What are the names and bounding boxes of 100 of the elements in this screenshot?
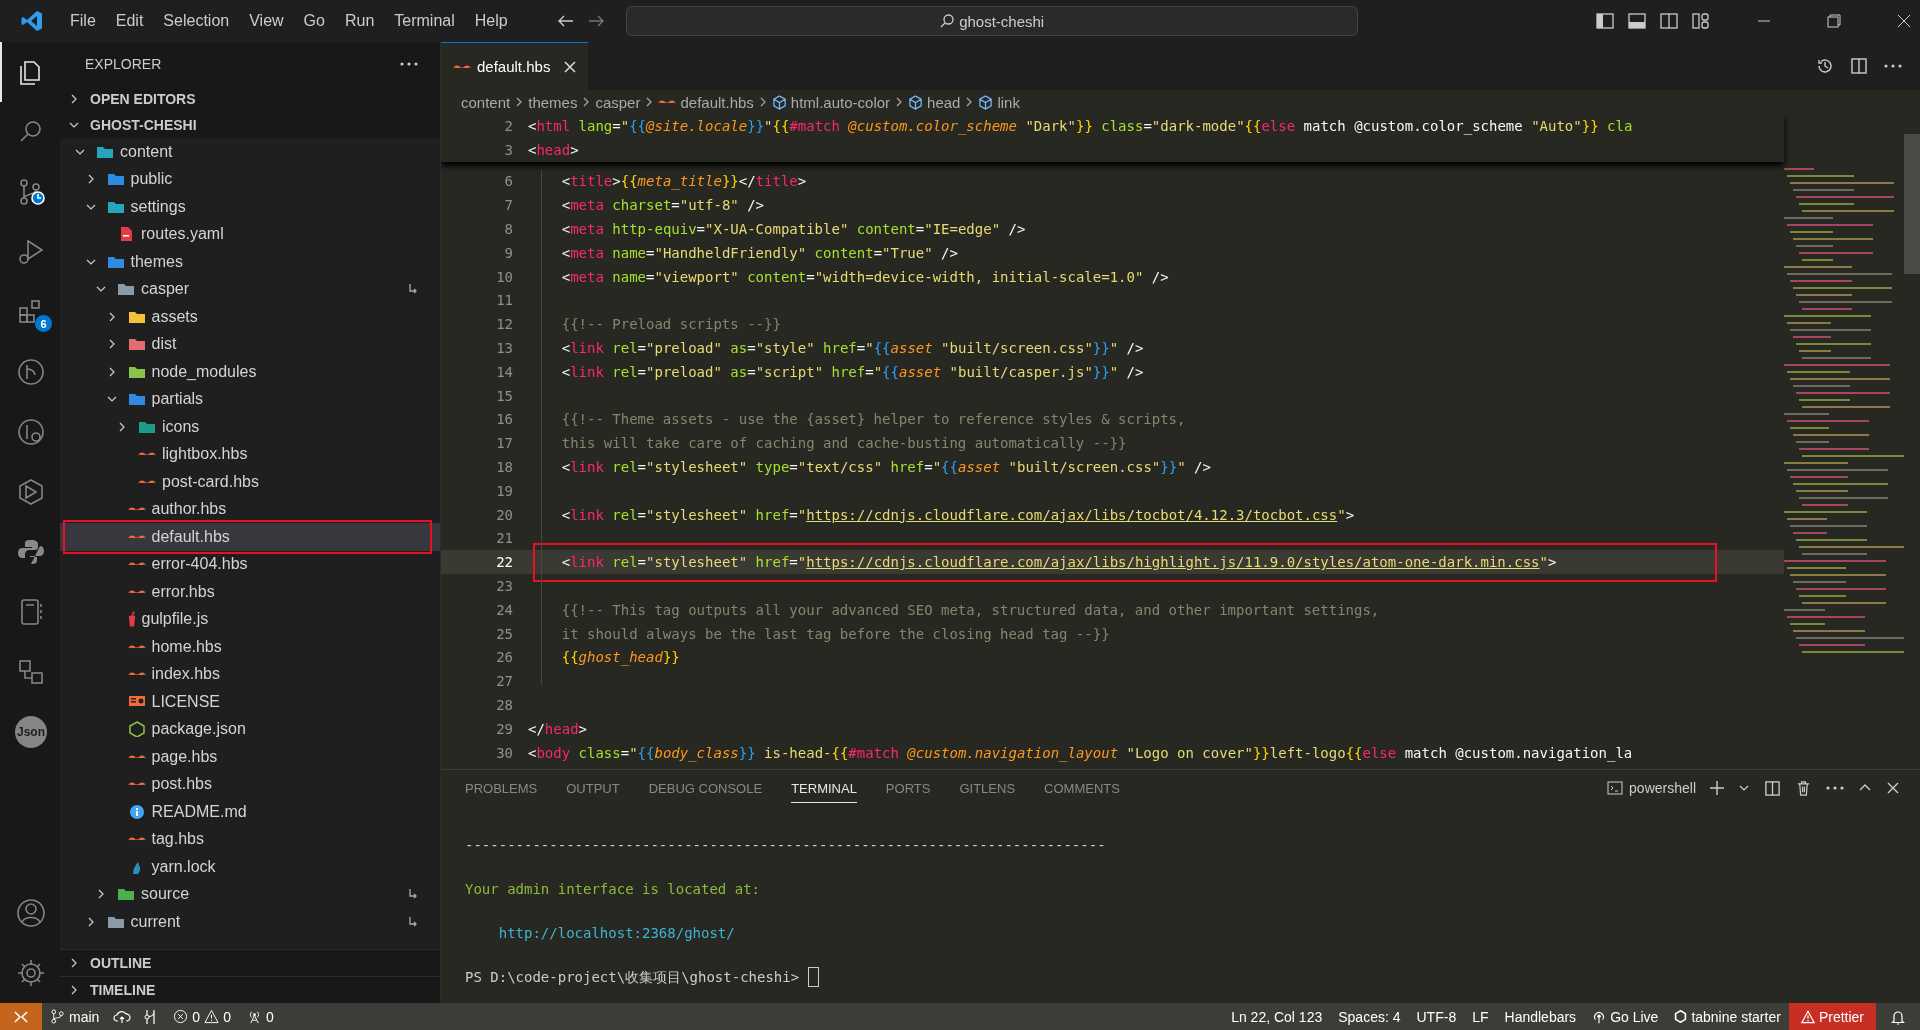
settings-icon [15, 957, 47, 989]
tree-item[interactable]: partials [60, 385, 440, 413]
history-icon[interactable] [1816, 57, 1834, 75]
breadcrumb[interactable]: default.hbs [658, 93, 754, 111]
panel-tab[interactable]: DEBUG CONSOLE [648, 773, 763, 803]
menu-item[interactable]: Selection [153, 12, 240, 30]
panel-tab[interactable]: PROBLEMS [465, 773, 538, 803]
problems-indicator[interactable]: 0 0 [165, 1003, 239, 1030]
tree-item[interactable]: post-card.hbs [60, 468, 440, 496]
panel-tab[interactable]: COMMENTS [1044, 773, 1120, 803]
more-actions-icon[interactable] [400, 62, 418, 66]
back-arrow-icon[interactable] [557, 15, 574, 27]
tree-item[interactable]: default.hbs [60, 523, 440, 551]
status-item[interactable]: Prettier [1788, 1003, 1876, 1030]
tree-item[interactable]: current [60, 908, 440, 936]
cloud-upload-icon[interactable] [113, 1008, 132, 1025]
tree-item[interactable]: content [60, 138, 440, 166]
tree-item[interactable]: index.hbs [60, 660, 440, 688]
more-actions-icon[interactable] [1884, 64, 1902, 68]
tree-item[interactable]: settings [60, 193, 440, 221]
menu-item[interactable]: Terminal [384, 12, 465, 30]
terminal-selector[interactable]: powershell [1607, 780, 1696, 796]
breadcrumb[interactable]: content [461, 93, 511, 111]
activity-bar-button[interactable]: 6 [0, 282, 60, 342]
section-header[interactable]: GHOST-CHESHI [60, 112, 440, 138]
breadcrumb[interactable]: head [908, 93, 961, 111]
plus-icon[interactable] [1710, 781, 1724, 795]
menu-item[interactable]: Edit [105, 12, 154, 30]
tree-item[interactable]: casper [60, 275, 440, 303]
status-item[interactable]: tabnine starter [1666, 1003, 1789, 1030]
split-editor-icon[interactable] [1850, 57, 1868, 75]
tree-item[interactable]: page.hbs [60, 743, 440, 771]
layout-grid-icon[interactable] [1692, 12, 1710, 30]
section-header[interactable]: OPEN EDITORS [60, 86, 440, 112]
menu-item[interactable]: File [60, 12, 106, 30]
split-icon[interactable] [1764, 779, 1781, 797]
tree-item[interactable]: source [60, 880, 440, 908]
panel-tab[interactable]: TERMINAL [791, 773, 857, 803]
bell-icon[interactable] [1890, 1008, 1906, 1025]
split-layout-icon[interactable] [1660, 12, 1678, 30]
menu-item[interactable]: Run [334, 12, 385, 30]
status-item[interactable]: LF [1464, 1003, 1497, 1030]
panel-tab[interactable]: OUTPUT [566, 773, 620, 803]
file-name: LICENSE [151, 692, 220, 711]
sidebar-layout-icon[interactable] [1596, 12, 1614, 30]
tree-item[interactable]: assets [60, 303, 440, 331]
close-icon[interactable] [564, 60, 577, 73]
close-icon[interactable] [1886, 781, 1900, 795]
trash-icon[interactable] [1795, 779, 1812, 797]
breadcrumb[interactable]: casper [595, 93, 641, 111]
hexagon-icon [1674, 1010, 1688, 1023]
tree-item[interactable]: gulpfile.js [60, 605, 440, 633]
more-actions-icon[interactable] [1826, 786, 1844, 790]
tree-item[interactable]: routes.yaml [60, 220, 440, 248]
tree-item[interactable]: icons [60, 413, 440, 441]
editor-tab[interactable]: default.hbs [441, 42, 589, 90]
file-name: source [141, 885, 190, 904]
ports-indicator[interactable]: 0 [238, 1003, 282, 1030]
status-item[interactable]: UTF-8 [1408, 1003, 1465, 1030]
scrollbar[interactable] [1904, 134, 1920, 274]
tree-item[interactable]: error.hbs [60, 578, 440, 606]
branch-indicator[interactable]: main [42, 1003, 108, 1030]
status-item[interactable]: Spaces: 4 [1330, 1003, 1409, 1030]
tree-item[interactable]: themes [60, 248, 440, 276]
menu-item[interactable]: View [239, 12, 294, 30]
tree-item[interactable]: package.json [60, 715, 440, 743]
terminal-link[interactable]: http://localhost:2368/ghost/ [465, 922, 1896, 944]
panel-tab[interactable]: GITLENS [959, 773, 1016, 803]
tree-item[interactable]: home.hbs [60, 633, 440, 661]
restore-icon[interactable] [1826, 13, 1842, 29]
close-icon[interactable] [1896, 13, 1912, 29]
menu-item[interactable]: Go [293, 12, 335, 30]
search-field[interactable]: ghost-cheshi [625, 6, 1358, 36]
panel-tab[interactable]: PORTS [885, 773, 931, 803]
status-item[interactable]: Handlebars [1496, 1003, 1585, 1030]
tree-item[interactable]: tag.hbs [60, 825, 440, 853]
code-line: <link rel="stylesheet" type="text/css" href="{{asset "built/screen.css"}}" /> [560, 459, 1211, 476]
tree-item[interactable]: public [60, 165, 440, 193]
tree-item[interactable]: LICENSE [60, 688, 440, 716]
activity-bar-button[interactable]: Json [0, 702, 60, 762]
section-header[interactable]: OUTLINE [60, 949, 440, 976]
breadcrumb[interactable]: themes [528, 93, 578, 111]
tree-item[interactable]: yarn.lock [60, 853, 440, 881]
tree-item[interactable]: author.hbs [60, 495, 440, 523]
status-item[interactable]: Ln 22, Col 123 [1223, 1003, 1331, 1030]
forward-arrow-icon[interactable] [587, 15, 604, 27]
tree-item[interactable]: dist [60, 330, 440, 358]
file-name: content [120, 142, 173, 161]
status-item[interactable]: Go Live [1584, 1003, 1667, 1030]
tree-item[interactable]: lightbox.hbs [60, 440, 440, 468]
breadcrumb[interactable]: html.auto-color [771, 93, 891, 111]
tree-item[interactable]: post.hbs [60, 770, 440, 798]
tree-item[interactable]: error-404.hbs [60, 550, 440, 578]
code-line: </head> [528, 720, 587, 737]
breadcrumb[interactable]: link [978, 93, 1020, 111]
tree-item[interactable]: README.md [60, 798, 440, 826]
file-name: current [130, 912, 181, 931]
panel-layout-icon[interactable] [1628, 12, 1646, 30]
tree-item[interactable]: node_modules [60, 358, 440, 386]
menu-item[interactable]: Help [464, 12, 518, 30]
